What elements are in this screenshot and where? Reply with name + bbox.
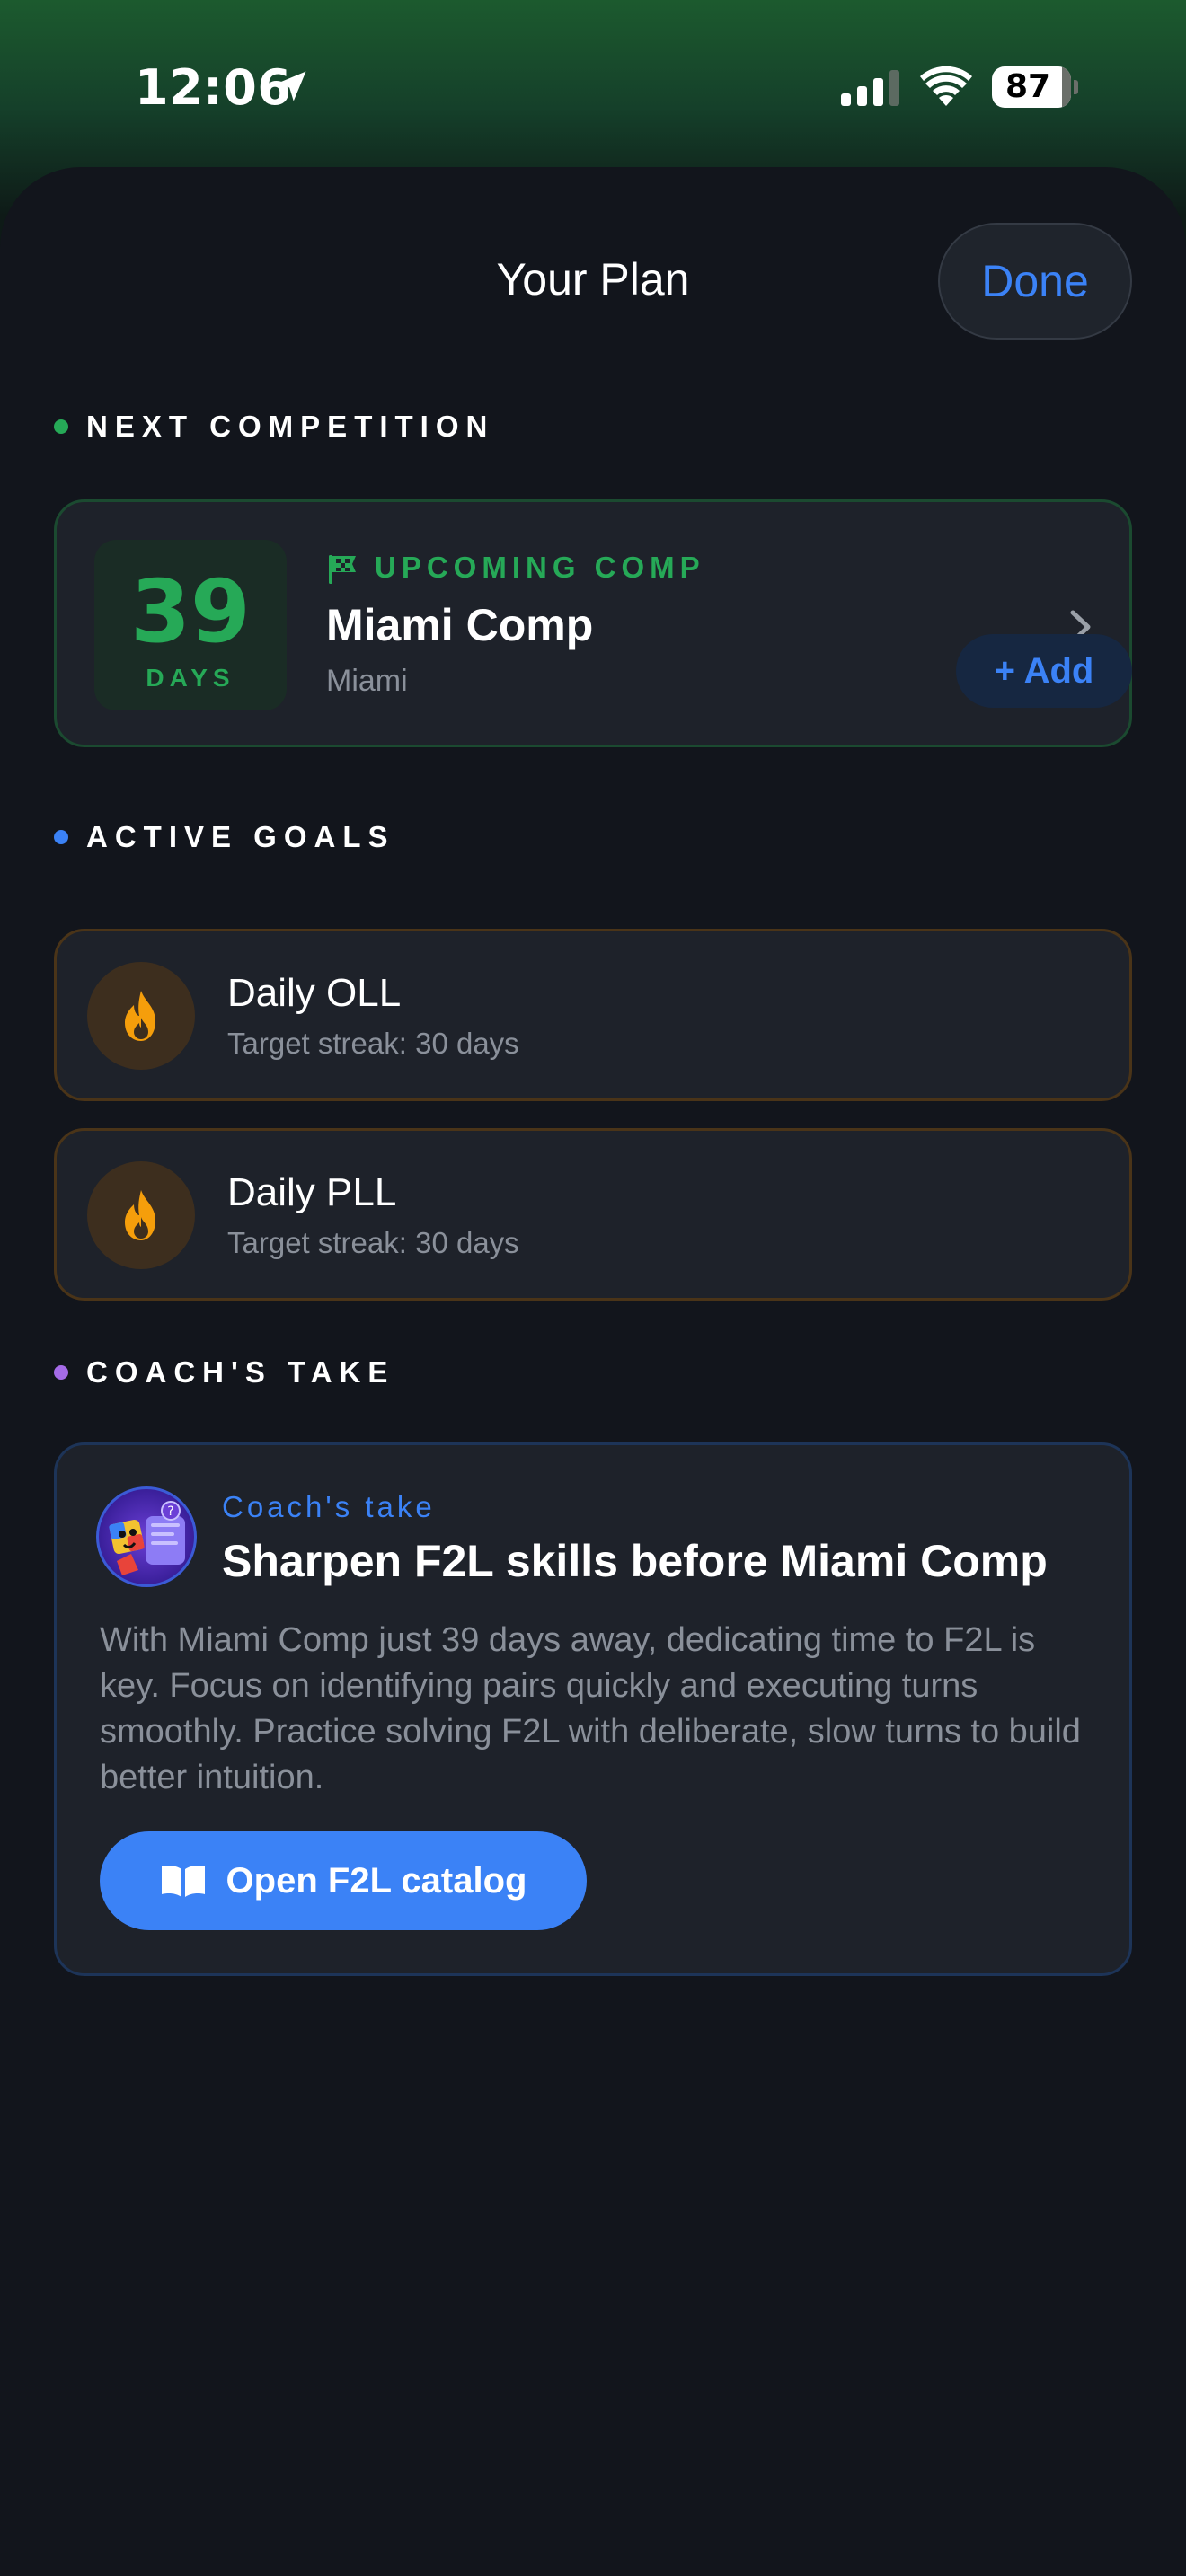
goal-card[interactable]: Daily PLL Target streak: 30 days	[54, 1128, 1132, 1301]
svg-text:?: ?	[167, 1504, 173, 1519]
section-label: COACH'S TAKE	[86, 1355, 395, 1389]
battery-level: 87	[1005, 68, 1051, 105]
goal-subtitle: Target streak: 30 days	[227, 1027, 519, 1060]
days-number: 39	[130, 561, 251, 662]
book-icon	[161, 1866, 205, 1897]
status-time: 12:06	[135, 59, 292, 116]
goal-title: Daily PLL	[227, 1170, 397, 1214]
goal-subtitle: Target streak: 30 days	[227, 1226, 519, 1259]
section-dot	[54, 830, 68, 844]
coach-kicker: Coach's take	[222, 1490, 436, 1523]
section-next-competition: NEXT COMPETITION	[54, 404, 494, 449]
goal-icon-circle	[87, 962, 195, 1070]
cube-mascot-icon: ?	[109, 1501, 185, 1575]
section-dot	[54, 419, 68, 434]
competition-location: Miami	[326, 664, 408, 698]
goal-card[interactable]: Daily OLL Target streak: 30 days	[54, 929, 1132, 1101]
days-countdown: 39 DAYS	[94, 540, 287, 710]
plan-sheet: Your Plan Done NEXT COMPETITION 39 DAYS …	[0, 167, 1186, 2576]
cellular-signal-icon	[841, 70, 899, 106]
coach-title: Sharpen F2L skills before Miami Comp	[222, 1536, 1048, 1586]
add-goal-button[interactable]: + Add	[956, 634, 1132, 708]
coach-card: ? Coach's take Sharpen F2L skills before…	[54, 1442, 1132, 1976]
checkered-flag-icon	[329, 555, 356, 584]
location-arrow-icon	[276, 71, 306, 101]
goal-title: Daily OLL	[227, 971, 402, 1015]
section-label: ACTIVE GOALS	[86, 820, 395, 853]
wifi-icon	[920, 66, 972, 106]
section-coach: COACH'S TAKE	[54, 1350, 394, 1395]
open-catalog-label: Open F2L catalog	[226, 1860, 527, 1901]
flame-icon	[125, 1190, 155, 1240]
competition-kicker: UPCOMING COMP	[375, 551, 705, 584]
coach-avatar: ?	[96, 1486, 197, 1587]
coach-body: With Miami Comp just 39 days away, dedic…	[100, 1621, 1081, 1796]
flame-icon	[125, 991, 155, 1041]
section-dot	[54, 1365, 68, 1380]
goal-icon-circle	[87, 1161, 195, 1269]
battery-indicator: 87	[992, 66, 1078, 108]
status-bar: 12:06 87	[0, 0, 1186, 171]
competition-card[interactable]: 39 DAYS UPCOMING COMP Miami Comp Miami	[54, 499, 1132, 747]
open-catalog-button[interactable]: Open F2L catalog	[100, 1831, 587, 1930]
section-label: NEXT COMPETITION	[86, 410, 495, 443]
competition-name: Miami Comp	[326, 600, 594, 650]
days-label: DAYS	[146, 664, 235, 692]
done-button[interactable]: Done	[938, 223, 1132, 340]
section-active-goals: ACTIVE GOALS	[54, 815, 395, 860]
